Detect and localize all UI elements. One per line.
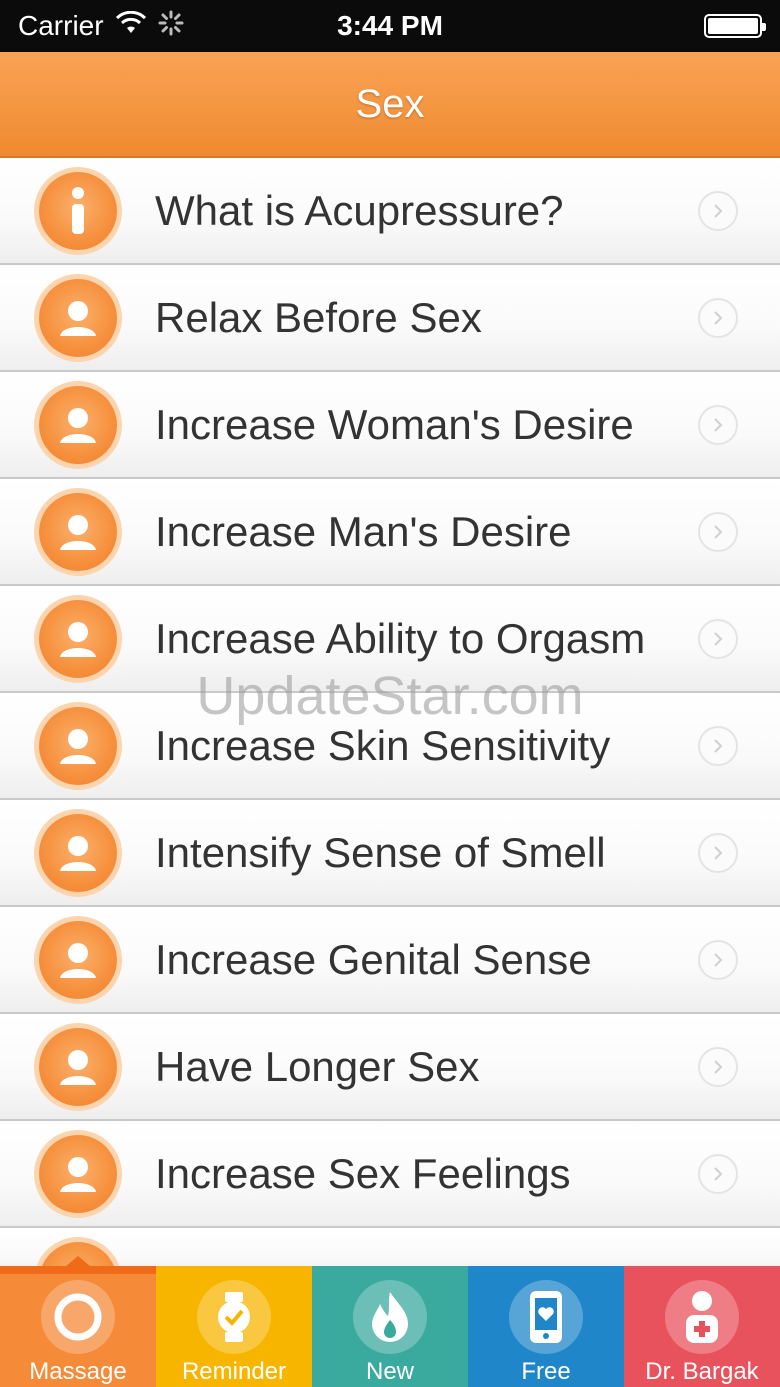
list-item-label: Increase Woman's Desire xyxy=(155,401,634,448)
status-bar: Carrier 3:44 PM xyxy=(0,0,780,52)
list-item-label: Increase Man's Desire xyxy=(155,508,572,555)
list-item-intensify-sense-of-smell[interactable]: Intensify Sense of Smell xyxy=(0,800,780,907)
tab-bar: Massage Reminder New Free Dr. Bargak xyxy=(0,1256,780,1387)
list-item-label: What is Acupressure? xyxy=(155,187,564,234)
list-item-have-longer-sex[interactable]: Have Longer Sex xyxy=(0,1014,780,1121)
list-item-increase-genital-sense[interactable]: Increase Genital Sense xyxy=(0,907,780,1014)
tab-free[interactable]: Free xyxy=(468,1266,624,1387)
tab-label: Massage xyxy=(29,1358,127,1385)
chevron-right-icon[interactable] xyxy=(698,405,738,445)
list-item-label: Intensify Sense of Smell xyxy=(155,829,606,876)
chevron-right-icon[interactable] xyxy=(698,1047,738,1087)
topic-list[interactable]: What is Acupressure? Relax Before Sex In… xyxy=(0,158,780,1266)
list-item-label: Have Longer Sex xyxy=(155,1043,480,1090)
chevron-right-icon[interactable] xyxy=(698,619,738,659)
tab-label: Dr. Bargak xyxy=(645,1358,759,1385)
page-title: Sex xyxy=(355,81,425,126)
person-icon xyxy=(39,279,117,357)
carrier-label: Carrier xyxy=(18,10,104,41)
tab-label: Free xyxy=(521,1358,571,1385)
list-item-partial[interactable] xyxy=(0,1228,780,1266)
flame-icon xyxy=(353,1280,427,1354)
list-item-increase-sex-feelings[interactable]: Increase Sex Feelings xyxy=(0,1121,780,1228)
chevron-right-icon[interactable] xyxy=(698,191,738,231)
person-icon xyxy=(39,1135,117,1213)
info-icon xyxy=(39,172,117,250)
person-icon xyxy=(39,600,117,678)
chevron-right-icon[interactable] xyxy=(698,726,738,766)
list-item-label: Increase Sex Feelings xyxy=(155,1150,571,1197)
list-item-label: Increase Ability to Orgasm xyxy=(155,615,646,662)
person-icon xyxy=(39,386,117,464)
list-item-increase-womans-desire[interactable]: Increase Woman's Desire xyxy=(0,372,780,479)
list-item-what-is-acupressure[interactable]: What is Acupressure? xyxy=(0,158,780,265)
tab-reminder[interactable]: Reminder xyxy=(156,1266,312,1387)
tab-dr-bargak[interactable]: Dr. Bargak xyxy=(624,1266,780,1387)
battery-icon xyxy=(704,14,766,38)
chevron-right-icon[interactable] xyxy=(698,512,738,552)
tab-label: Reminder xyxy=(181,1358,287,1385)
navigation-bar: Sex xyxy=(0,52,780,158)
list-item-label: Increase Genital Sense xyxy=(155,936,592,983)
list-item-label: Increase Skin Sensitivity xyxy=(155,722,611,769)
doctor-icon xyxy=(665,1280,739,1354)
chevron-right-icon[interactable] xyxy=(698,298,738,338)
watch-icon xyxy=(197,1280,271,1354)
activity-spinner-icon xyxy=(158,10,184,43)
list-item-relax-before-sex[interactable]: Relax Before Sex xyxy=(0,265,780,372)
list-item-increase-mans-desire[interactable]: Increase Man's Desire xyxy=(0,479,780,586)
person-icon xyxy=(39,814,117,892)
target-icon xyxy=(41,1280,115,1354)
list-item-increase-ability-to-orgasm[interactable]: Increase Ability to Orgasm xyxy=(0,586,780,693)
chevron-right-icon[interactable] xyxy=(698,1154,738,1194)
tab-label: New xyxy=(365,1358,414,1385)
wifi-icon xyxy=(115,10,146,42)
list-item-increase-skin-sensitivity[interactable]: Increase Skin Sensitivity xyxy=(0,693,780,800)
selected-tab-indicator xyxy=(66,1256,90,1266)
person-icon xyxy=(39,1028,117,1106)
phone-heart-icon xyxy=(509,1280,583,1354)
person-icon xyxy=(39,921,117,999)
list-item-label: Relax Before Sex xyxy=(155,294,482,341)
tab-new[interactable]: New xyxy=(312,1266,468,1387)
person-icon xyxy=(39,707,117,785)
chevron-right-icon[interactable] xyxy=(698,833,738,873)
person-icon xyxy=(39,493,117,571)
chevron-right-icon[interactable] xyxy=(698,940,738,980)
tab-massage[interactable]: Massage xyxy=(0,1256,156,1387)
